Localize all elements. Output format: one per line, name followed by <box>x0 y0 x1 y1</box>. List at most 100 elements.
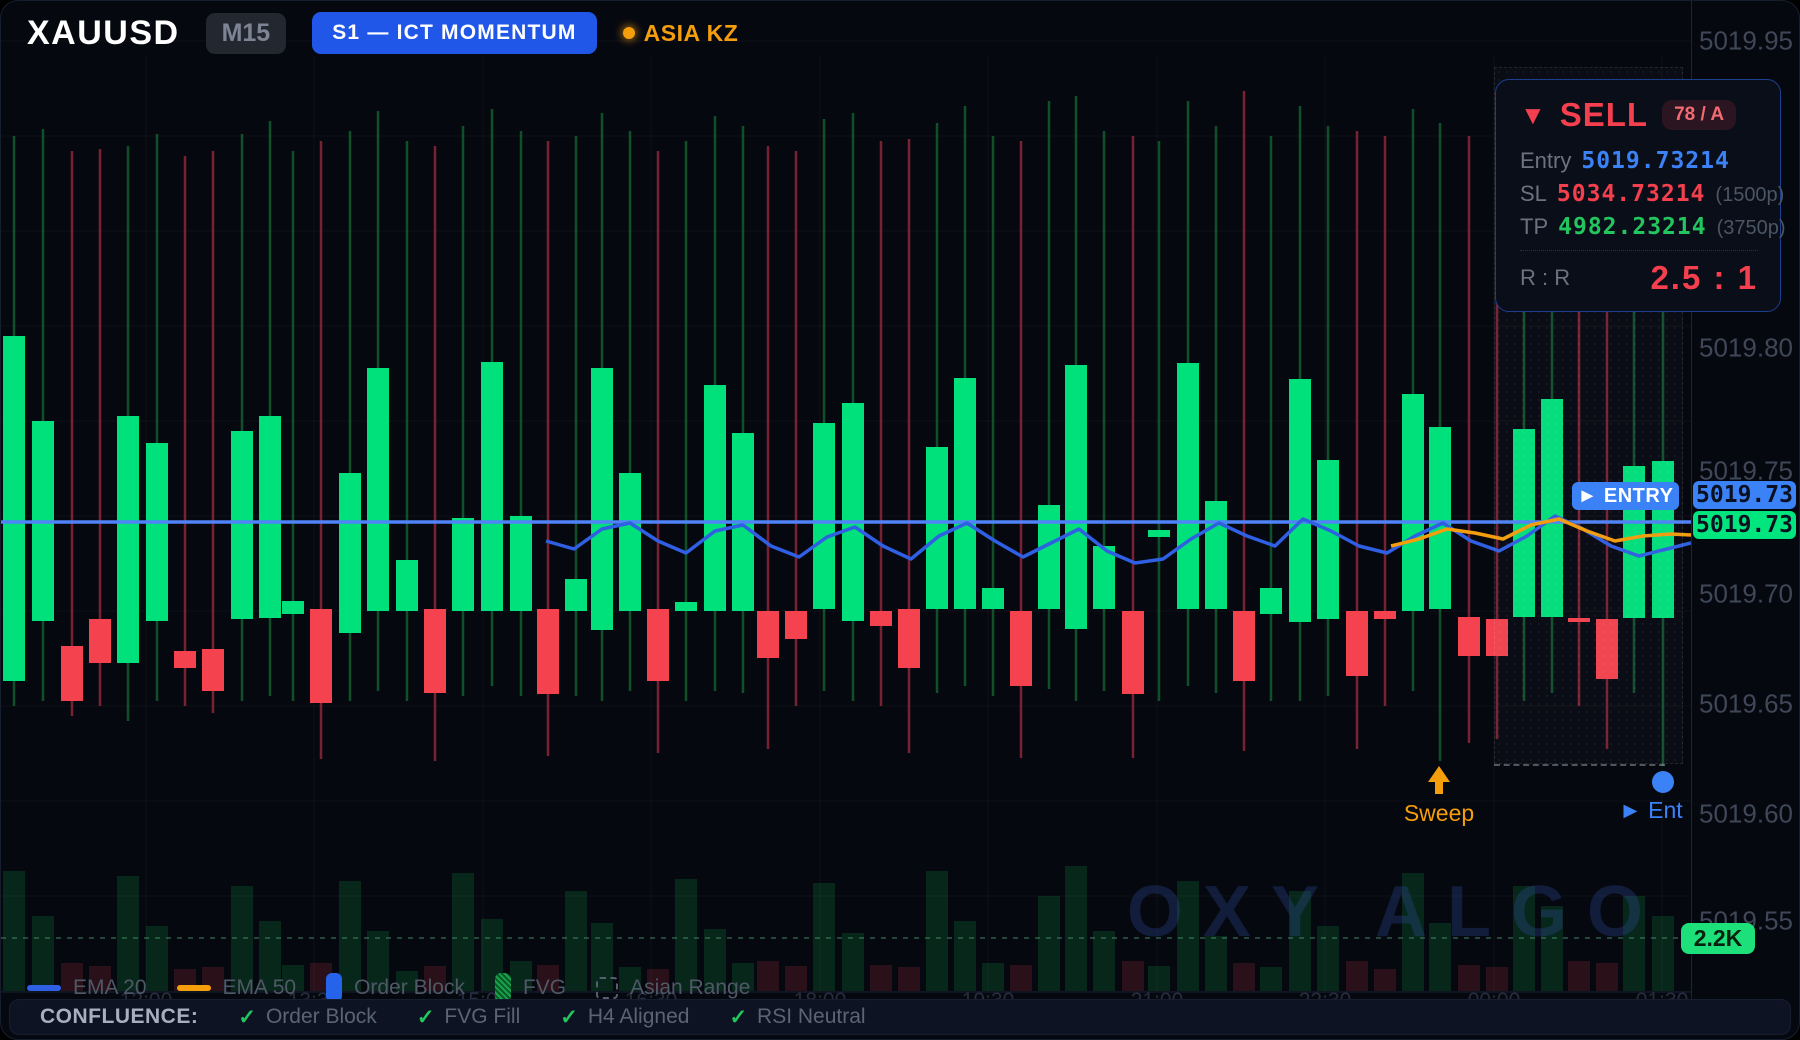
legend-item-ema-20[interactable]: EMA 20 <box>27 976 147 1000</box>
signal-panel: ▼ SELL 78 / A Entry 5019.73214 SL 5034.7… <box>1495 79 1781 312</box>
candle-body <box>619 473 641 611</box>
chart-surface[interactable]: OXY ALGO ► ENTRY Sweep ► Ent 12:0013:301… <box>1 1 1691 1040</box>
volume-bar <box>1596 963 1618 991</box>
legend-label: Asian Range <box>630 976 750 1000</box>
candle-body <box>1205 501 1227 609</box>
candle-body <box>591 368 613 630</box>
price-axis-label: 5019.70 <box>1699 579 1793 610</box>
timeframe-badge[interactable]: M15 <box>206 13 287 54</box>
candle-body <box>3 336 25 681</box>
candle-body <box>757 611 779 658</box>
confluence-label: FVG Fill <box>444 1005 520 1029</box>
legend-item-asian-range[interactable]: Asian Range <box>596 976 750 1000</box>
entry-price-tag[interactable]: 5019.73 <box>1693 481 1796 509</box>
confluence-title: CONFLUENCE: <box>40 1005 198 1029</box>
volume-bar <box>1374 969 1396 991</box>
symbol-title: XAUUSD <box>27 14 180 53</box>
volume-bar <box>1038 896 1060 991</box>
candle-body <box>282 601 304 614</box>
candle-body <box>647 609 669 681</box>
candle-body <box>61 646 83 701</box>
candle-body <box>1260 588 1282 614</box>
signal-direction: SELL <box>1560 96 1648 134</box>
asian-range-bottom-line <box>1494 764 1665 766</box>
check-icon: ✓ <box>729 1005 747 1030</box>
candle-body <box>259 416 281 618</box>
rr-value: 2.5 : 1 <box>1650 259 1758 297</box>
entry-flag-label[interactable]: ► ENTRY <box>1572 482 1679 510</box>
tp-row-label: TP <box>1520 214 1548 240</box>
candle-body <box>396 560 418 611</box>
volume-bar <box>926 871 948 991</box>
legend-label: FVG <box>523 976 566 1000</box>
candle-body <box>339 473 361 633</box>
confluence-item-h4-aligned: ✓H4 Aligned <box>560 1005 689 1030</box>
legend-label: Order Block <box>354 976 465 1000</box>
legend-line-swatch <box>177 985 211 991</box>
candle-body <box>1289 379 1311 622</box>
sl-row-label: SL <box>1520 181 1547 207</box>
candle-body <box>1177 363 1199 609</box>
candle-body <box>1374 611 1396 619</box>
candle-body <box>424 609 446 693</box>
volume-bar <box>1065 866 1087 991</box>
entry-row-label: Entry <box>1520 148 1571 174</box>
entry-row-value: 5019.73214 <box>1581 148 1729 174</box>
volume-bar <box>842 933 864 991</box>
candle-body <box>1093 546 1115 609</box>
candle-body <box>954 378 976 609</box>
confluence-item-order-block: ✓Order Block <box>238 1005 376 1030</box>
entry-marker-dot[interactable] <box>1652 771 1674 793</box>
legend-item-ema-50[interactable]: EMA 50 <box>177 976 297 1000</box>
legend-item-fvg[interactable]: FVG <box>495 973 566 1002</box>
candle-body <box>1429 427 1451 609</box>
candle-body <box>146 443 168 621</box>
volume-bar <box>785 966 807 991</box>
sweep-up-arrow-stem <box>1435 782 1443 794</box>
volume-bar <box>982 963 1004 991</box>
legend-label: EMA 20 <box>73 976 147 1000</box>
session-label: ASIA KZ <box>644 20 739 47</box>
tp-row-value: 4982.23214 <box>1558 214 1706 240</box>
candle-body <box>1122 611 1144 694</box>
price-axis-label: 5019.80 <box>1699 333 1793 364</box>
candle-body <box>1317 460 1339 619</box>
volume-bar <box>1233 963 1255 991</box>
session-dot-icon <box>623 27 635 39</box>
candle-body <box>310 609 332 703</box>
candle-body <box>174 651 196 668</box>
signal-score-badge: 78 / A <box>1662 100 1736 130</box>
sweep-annotation: Sweep <box>1399 766 1479 827</box>
volume-bar <box>1122 961 1144 991</box>
strategy-badge[interactable]: S1 — ICT MOMENTUM <box>312 12 596 54</box>
legend-line-swatch <box>27 985 61 991</box>
volume-bar <box>898 967 920 991</box>
candle-body <box>1233 611 1255 681</box>
legend-item-order-block[interactable]: Order Block <box>326 973 465 1002</box>
volume-bar <box>954 921 976 991</box>
candle-body <box>1065 365 1087 629</box>
volume-bar <box>1346 961 1368 991</box>
candle-body <box>704 385 726 611</box>
confluence-item-fvg-fill: ✓FVG Fill <box>417 1005 520 1030</box>
trading-app: OXY ALGO ► ENTRY Sweep ► Ent 12:0013:301… <box>0 0 1800 1040</box>
candle-body <box>870 611 892 626</box>
candle-body <box>452 518 474 611</box>
candle-body <box>202 649 224 691</box>
check-icon: ✓ <box>560 1005 578 1030</box>
candle-body <box>982 588 1004 609</box>
sl-row-pips: (1500p) <box>1715 184 1784 207</box>
confluence-item-rsi-neutral: ✓RSI Neutral <box>729 1005 865 1030</box>
candle-body <box>675 602 697 611</box>
volume-bar <box>1093 931 1115 991</box>
candle-body <box>785 611 807 639</box>
tp-row-pips: (3750p) <box>1717 217 1786 240</box>
sl-row-value: 5034.73214 <box>1557 181 1705 207</box>
volume-bar <box>3 871 25 991</box>
candle-body <box>1010 611 1032 686</box>
legend-label: EMA 50 <box>223 976 297 1000</box>
panel-divider <box>1520 250 1758 251</box>
candle-body <box>1458 617 1480 656</box>
volume-bar <box>1260 967 1282 991</box>
candle-body <box>89 619 111 663</box>
